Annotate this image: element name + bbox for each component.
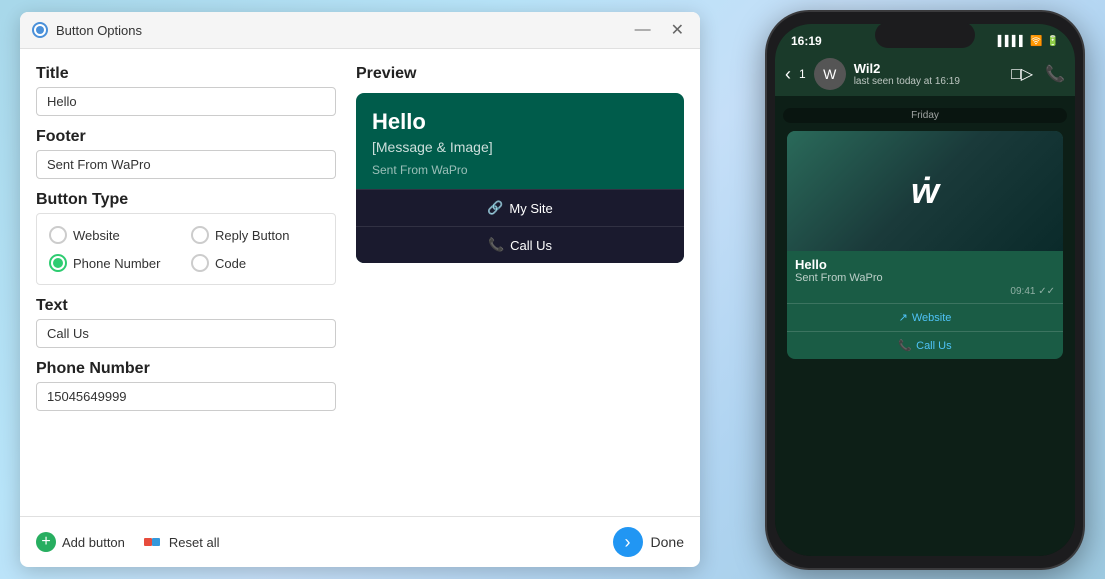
radio-phone-number[interactable]: Phone Number <box>49 254 181 272</box>
back-arrow-icon[interactable]: ‹ <box>785 64 791 85</box>
msg-btn-callus[interactable]: 📞 Call Us <box>787 331 1063 359</box>
preview-btn-callus: 📞 Call Us <box>356 226 684 263</box>
minimize-button[interactable]: — <box>631 20 655 40</box>
chat-number: 1 <box>799 67 806 81</box>
footer-section: Footer <box>36 128 336 179</box>
chat-actions: □▷ 📞 <box>1011 64 1065 84</box>
reset-label: Reset all <box>169 535 220 550</box>
button-type-box: Website Reply Button Phone Number Code <box>36 213 336 285</box>
phone-label: Phone Number <box>36 360 336 378</box>
footer-input[interactable] <box>36 150 336 179</box>
radio-website[interactable]: Website <box>49 226 181 244</box>
preview-body: [Message & Image] <box>372 139 668 155</box>
left-panel: Title Footer Button Type Website Reply B… <box>36 65 336 500</box>
msg-footer: Sent From WaPro <box>795 272 1055 284</box>
battery-icon: 🔋 <box>1047 36 1059 47</box>
add-icon: + <box>36 532 56 552</box>
preview-buttons: 🔗 My Site 📞 Call Us <box>356 189 684 263</box>
radio-website-circle <box>49 226 67 244</box>
dialog-icon <box>32 22 48 38</box>
chat-date: Friday <box>783 108 1067 123</box>
done-button[interactable]: › Done <box>613 527 684 557</box>
add-button-btn[interactable]: + Add button <box>36 532 125 552</box>
dialog-titlebar: Button Options — ✕ <box>20 12 700 49</box>
w-logo: ẇ <box>911 170 939 212</box>
reset-button[interactable]: Reset all <box>141 531 220 553</box>
message-content: Hello Sent From WaPro 09:41 ✓✓ <box>787 251 1063 303</box>
preview-btn-mysite: 🔗 My Site <box>356 189 684 226</box>
phone-section: Phone Number <box>36 360 336 411</box>
phone-frame: 16:19 ▌▌▌▌ 🛜 🔋 ‹ 1 W Wil2 last seen toda… <box>765 10 1085 570</box>
preview-card: Hello [Message & Image] Sent From WaPro … <box>356 93 684 263</box>
add-button-label: Add button <box>62 535 125 550</box>
msg-btn-website[interactable]: ↗ Website <box>787 303 1063 331</box>
chat-header: ‹ 1 W Wil2 last seen today at 16:19 □▷ 📞 <box>775 52 1075 96</box>
chat-body: Friday ẇ Hello Sent From WaPro 09:41 ✓✓ … <box>775 96 1075 556</box>
radio-phone-label: Phone Number <box>73 256 160 271</box>
reset-icon <box>141 531 163 553</box>
call-btn-icon: 📞 <box>898 339 912 352</box>
preview-label: Preview <box>356 65 684 83</box>
message-bubble: ẇ Hello Sent From WaPro 09:41 ✓✓ ↗ Websi… <box>787 131 1063 359</box>
chat-info: Wil2 last seen today at 16:19 <box>854 61 1003 87</box>
video-call-icon[interactable]: □▷ <box>1011 64 1033 84</box>
status-icons: ▌▌▌▌ 🛜 🔋 <box>998 36 1059 47</box>
radio-reply-button[interactable]: Reply Button <box>191 226 323 244</box>
phone-time: 16:19 <box>791 34 822 48</box>
website-btn-label: Website <box>912 312 952 324</box>
text-section: Text <box>36 297 336 348</box>
button-options-dialog: Button Options — ✕ Title Footer Button T… <box>20 12 700 567</box>
done-chevron-icon: › <box>613 527 643 557</box>
phone-icon: 📞 <box>488 237 504 253</box>
last-seen: last seen today at 16:19 <box>854 76 1003 87</box>
preview-footer: Sent From WaPro <box>372 163 668 177</box>
title-section: Title <box>36 65 336 116</box>
radio-phone-circle <box>49 254 67 272</box>
dialog-body: Title Footer Button Type Website Reply B… <box>20 49 700 516</box>
dialog-title: Button Options <box>56 23 631 38</box>
radio-website-label: Website <box>73 228 120 243</box>
preview-header: Hello [Message & Image] Sent From WaPro <box>356 93 684 185</box>
contact-name: Wil2 <box>854 61 1003 76</box>
button-type-label: Button Type <box>36 191 336 209</box>
dialog-footer: + Add button Reset all › Done <box>20 516 700 567</box>
time-value: 09:41 <box>1010 286 1035 297</box>
footer-label: Footer <box>36 128 336 146</box>
wifi-icon: 🛜 <box>1030 36 1042 47</box>
radio-reply-label: Reply Button <box>215 228 289 243</box>
signal-icon: ▌▌▌▌ <box>998 36 1026 47</box>
right-panel: Preview Hello [Message & Image] Sent Fro… <box>356 65 684 500</box>
call-btn-label: Call Us <box>916 340 951 352</box>
done-label: Done <box>651 534 684 550</box>
phone-notch <box>875 22 975 48</box>
radio-reply-circle <box>191 226 209 244</box>
voice-call-icon[interactable]: 📞 <box>1045 64 1065 84</box>
msg-time: 09:41 ✓✓ <box>795 286 1055 297</box>
window-controls: — ✕ <box>631 20 688 40</box>
phone-screen: 16:19 ▌▌▌▌ 🛜 🔋 ‹ 1 W Wil2 last seen toda… <box>775 24 1075 556</box>
msg-title: Hello <box>795 257 1055 272</box>
message-image: ẇ <box>787 131 1063 251</box>
phone-mockup: 16:19 ▌▌▌▌ 🛜 🔋 ‹ 1 W Wil2 last seen toda… <box>765 10 1085 570</box>
btn-callus-label: Call Us <box>510 238 552 253</box>
text-label: Text <box>36 297 336 315</box>
phone-input[interactable] <box>36 382 336 411</box>
title-label: Title <box>36 65 336 83</box>
btn-mysite-label: My Site <box>509 201 552 216</box>
website-btn-icon: ↗ <box>899 311 908 324</box>
close-button[interactable]: ✕ <box>667 20 688 40</box>
avatar: W <box>814 58 846 90</box>
radio-code[interactable]: Code <box>191 254 323 272</box>
radio-code-label: Code <box>215 256 246 271</box>
title-input[interactable] <box>36 87 336 116</box>
preview-title: Hello <box>372 109 668 135</box>
button-type-section: Button Type Website Reply Button Phone N… <box>36 191 336 285</box>
radio-code-circle <box>191 254 209 272</box>
link-icon: 🔗 <box>487 200 503 216</box>
text-input[interactable] <box>36 319 336 348</box>
